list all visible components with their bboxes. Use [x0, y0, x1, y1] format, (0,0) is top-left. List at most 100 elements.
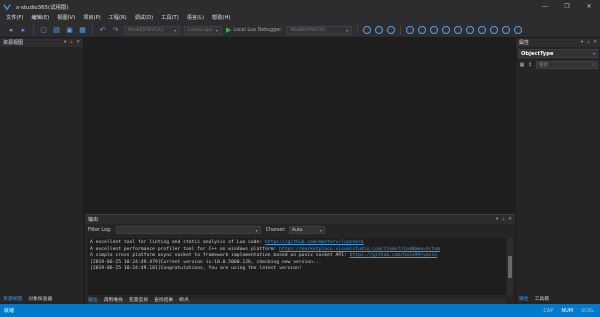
target-select[interactable]: Win80[FWVCA] ▾ [286, 25, 353, 35]
output-panel: 输出 ▾ ⊥ ✕ Filter Log: ▾ Charset: Auto ▾ A … [85, 214, 515, 304]
chevron-down-icon: ▾ [592, 51, 595, 56]
panel-title: 资源视图 [3, 40, 24, 46]
properties-search-input[interactable]: 搜索 ⌕ [536, 60, 598, 69]
menu-build[interactable]: 工程(R) [105, 13, 131, 23]
find-icon[interactable]: · [490, 26, 499, 34]
maximize-button[interactable]: ❐ [556, 0, 578, 13]
dropdown-icon[interactable]: ▾ [581, 40, 583, 45]
bookmark-icon[interactable]: · [418, 26, 427, 34]
settings-icon[interactable]: · [514, 26, 523, 34]
menu-language[interactable]: 语言(L) [183, 13, 208, 23]
alphabetical-icon[interactable]: ↕ [526, 61, 534, 69]
format-icon[interactable]: · [430, 26, 439, 34]
menu-debug[interactable]: 调试(D) [131, 13, 157, 23]
tab-object-browser[interactable]: 对象探查器 [25, 295, 55, 304]
close-icon[interactable]: ✕ [593, 40, 597, 45]
target-select-value: Win80[FWVCA] [290, 27, 325, 33]
close-icon[interactable]: ✕ [508, 217, 512, 222]
panel-header: 属性 ▾ ⊥ ✕ [516, 38, 600, 47]
output-log[interactable]: A excellent tool for linting and static … [88, 238, 506, 295]
properties-toolbar: ▦ ↕ 搜索 ⌕ [518, 60, 598, 69]
pin-icon[interactable]: ⊥ [69, 40, 73, 45]
toolbar: ◂ ▸ ▢ ▤ ▣ ▦ ↶ ↷ Win80[FWVCA] ▾ Landscape ▾… [0, 23, 600, 38]
log-link[interactable]: https://github.com/mpeterv/luacheck [265, 240, 364, 245]
dropdown-icon[interactable]: ▾ [496, 217, 498, 222]
caps-indicator: CAP [543, 307, 554, 314]
replace-icon[interactable]: · [502, 26, 511, 34]
tab-toolbox[interactable]: 工具箱 [532, 295, 552, 304]
step-out-icon[interactable]: · [387, 26, 396, 34]
toolbar-separator [357, 25, 359, 35]
editor-area[interactable] [85, 38, 515, 214]
tab-resource-view[interactable]: 资源视图 [0, 295, 25, 304]
log-line: [2019-06-25 10:24:49.181]Congratulations… [90, 266, 302, 272]
forward-icon[interactable]: ▸ [19, 26, 28, 35]
pin-icon[interactable]: ⊥ [501, 217, 505, 222]
vertical-scrollbar[interactable] [507, 238, 513, 295]
panel-title: 属性 [519, 40, 530, 46]
dropdown-icon[interactable]: ▾ [64, 40, 66, 45]
output-title: 输出 [88, 217, 99, 223]
menu-tools[interactable]: 工具(T) [157, 13, 183, 23]
filter-log-input[interactable]: ▾ [115, 226, 261, 234]
left-panel-tabs: 资源视图 对象探查器 [0, 295, 55, 304]
breakpoint-icon[interactable]: · [406, 26, 415, 34]
window-title: x-studio365(试用版) [16, 4, 69, 11]
scrollbar-thumb[interactable] [508, 256, 512, 278]
properties-panel: 属性 ▾ ⊥ ✕ ObjectType ▾ ▦ ↕ 搜索 ⌕ 属性 工具箱 [515, 38, 600, 304]
right-panel-tabs: 属性 工具箱 [516, 295, 552, 304]
tab-properties[interactable]: 属性 [516, 295, 532, 304]
menu-project[interactable]: 项目(P) [79, 13, 105, 23]
chevron-down-icon: ▾ [255, 227, 258, 233]
comment-icon[interactable]: · [442, 26, 451, 34]
log-line: A simple cross platform async socket to … [90, 253, 438, 259]
status-bar: 就绪 CAP NUM SCRL [0, 304, 600, 317]
step-into-icon[interactable]: · [375, 26, 384, 34]
run-debugger-label[interactable]: Local Lua Debugger [233, 28, 281, 33]
chevron-down-icon: ▾ [173, 27, 176, 33]
close-button[interactable]: ✕ [578, 0, 600, 13]
charset-value: Auto [291, 227, 303, 233]
outdent-icon[interactable]: · [478, 26, 487, 34]
menu-file[interactable]: 文件(F) [2, 13, 27, 23]
toolbar-separator [33, 25, 34, 35]
menu-help[interactable]: 帮助(H) [208, 13, 234, 23]
run-icon[interactable]: ▶ [226, 26, 231, 34]
pin-icon[interactable]: ⊥ [586, 40, 590, 45]
menu-edit[interactable]: 编辑(E) [27, 13, 53, 23]
save-all-icon[interactable]: ▦ [78, 26, 87, 35]
config-select-value: Win80[FWVCA] [128, 27, 163, 33]
title-bar: x-studio365(试用版) — ❐ ✕ [0, 0, 600, 13]
log-link[interactable]: https://marketplace.visualstudio.com/ite… [279, 247, 440, 252]
uncomment-icon[interactable]: · [454, 26, 463, 34]
resource-view-panel: 资源视图 ▾ ⊥ ✕ 资源视图 对象探查器 [0, 38, 84, 304]
app-logo-icon [3, 3, 11, 11]
categorized-icon[interactable]: ▦ [518, 61, 526, 69]
charset-select[interactable]: Auto ▾ [288, 226, 325, 234]
chevron-down-icon: ▾ [319, 227, 322, 233]
toolbar-separator [92, 25, 93, 35]
redo-icon[interactable]: ↷ [111, 26, 120, 35]
object-type-select[interactable]: ObjectType ▾ [518, 49, 598, 58]
log-link[interactable]: https://github.com/halx99/yasio [350, 253, 438, 258]
undo-icon[interactable]: ↶ [98, 26, 107, 35]
menu-view[interactable]: 视图(V) [53, 13, 79, 23]
indent-icon[interactable]: · [466, 26, 475, 34]
minimize-button[interactable]: — [534, 0, 556, 13]
panel-header: 资源视图 ▾ ⊥ ✕ [0, 38, 83, 47]
open-folder-icon[interactable]: ▤ [52, 26, 61, 35]
close-icon[interactable]: ✕ [76, 40, 80, 45]
panel-header: 输出 ▾ ⊥ ✕ [85, 215, 515, 224]
charset-label: Charset: [265, 227, 286, 233]
save-icon[interactable]: ▣ [65, 26, 74, 35]
step-over-icon[interactable]: · [363, 26, 372, 34]
scroll-indicator: SCRL [581, 307, 594, 314]
num-indicator: NUM [561, 307, 574, 314]
toolbar-separator [400, 25, 402, 35]
object-type-value: ObjectType [521, 50, 554, 57]
status-text: 就绪 [4, 308, 15, 314]
platform-select[interactable]: Landscape ▾ [184, 25, 222, 35]
new-file-icon[interactable]: ▢ [39, 26, 48, 35]
config-select[interactable]: Win80[FWVCA] ▾ [124, 25, 180, 35]
back-icon[interactable]: ◂ [6, 26, 15, 35]
